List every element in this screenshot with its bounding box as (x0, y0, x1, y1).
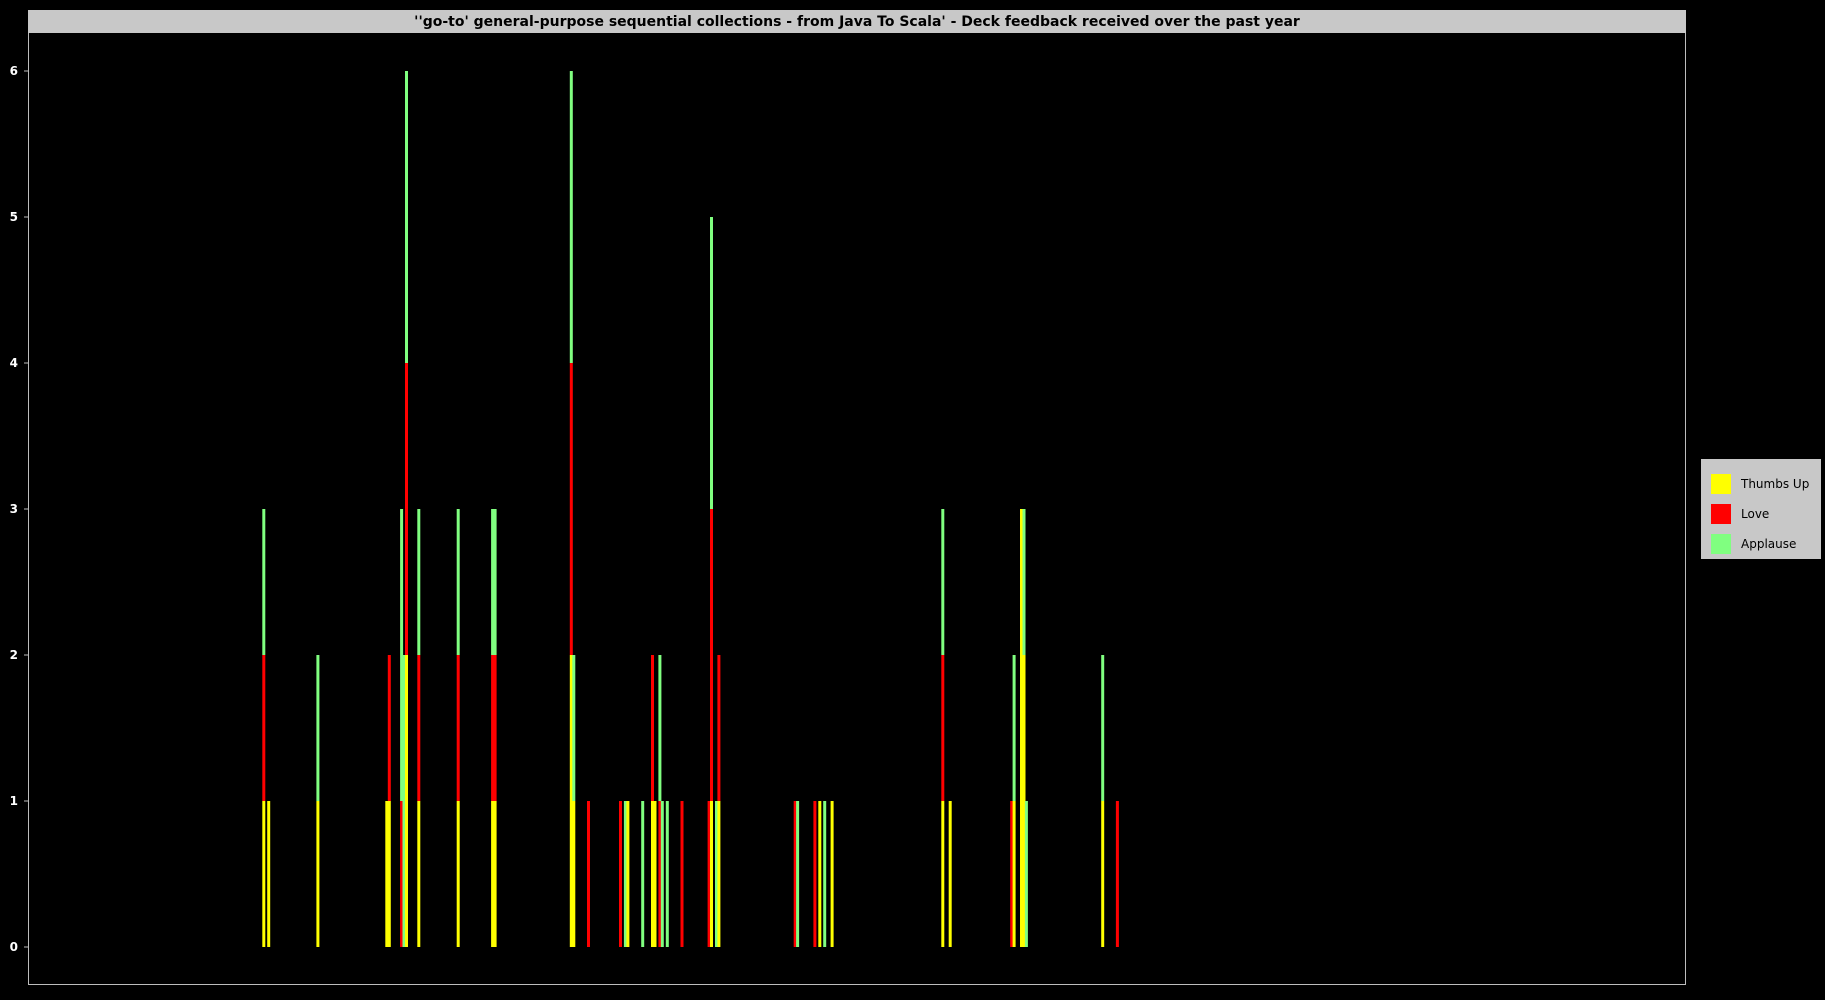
thumbs-up-bar-segment (405, 655, 408, 947)
applause-bar-segment (1022, 509, 1026, 655)
thumbs-up-bar-segment (572, 801, 576, 947)
applause-bar-segment (710, 217, 713, 509)
thumbs-up-bar-segment (1012, 801, 1016, 947)
applause-bar-segment (1101, 655, 1105, 801)
y-tick-label: 3 (10, 502, 18, 516)
love-bar-segment (619, 801, 622, 947)
applause-swatch (1711, 534, 1731, 554)
love-bar-segment (417, 655, 421, 801)
love-bar-segment (710, 509, 713, 801)
thumbs-up-bar-segment (830, 801, 834, 947)
applause-bar-segment (665, 801, 669, 947)
applause-bar-segment (941, 509, 945, 655)
applause-bar-segment (658, 655, 662, 801)
legend-item-applause: Applause (1711, 529, 1821, 559)
applause-bar-segment (1012, 655, 1016, 801)
applause-bar-segment (572, 655, 576, 801)
bar-series-group (262, 71, 1119, 947)
y-tick-label: 6 (10, 64, 18, 78)
applause-bar-segment (823, 801, 827, 947)
thumbs-up-bar-segment (456, 801, 460, 947)
love-bar-segment (717, 655, 721, 801)
love-bar-segment (651, 655, 654, 801)
y-axis: 0 1 2 3 4 5 6 (10, 64, 28, 954)
legend-item-thumbs-up: Thumbs Up (1711, 469, 1821, 499)
legend-label: Applause (1741, 537, 1797, 551)
thumbs-up-bar-segment (417, 801, 421, 947)
legend: Thumbs Up Love Applause (1701, 459, 1821, 559)
thumbs-up-bar-segment (493, 801, 497, 947)
applause-bar-segment (796, 801, 800, 947)
applause-bar-segment (417, 509, 421, 655)
y-tick-label: 1 (10, 794, 18, 808)
applause-bar-segment (641, 801, 645, 947)
love-bar-segment (680, 801, 684, 947)
applause-bar-segment (660, 801, 664, 947)
y-tick-label: 5 (10, 210, 18, 224)
love-bar-segment (587, 801, 590, 947)
applause-bar-segment (405, 71, 408, 363)
legend-label: Love (1741, 507, 1770, 521)
applause-bar-segment (262, 509, 266, 655)
applause-bar-segment (456, 509, 460, 655)
love-bar-segment (387, 655, 391, 801)
thumbs-up-bar-segment (262, 801, 266, 947)
thumbs-up-bar-segment (387, 801, 391, 947)
thumbs-up-swatch (1711, 474, 1731, 494)
thumbs-up-bar-segment (948, 801, 952, 947)
thumbs-up-bar-segment (626, 801, 630, 947)
thumbs-up-bar-segment (1101, 801, 1105, 947)
thumbs-up-bar-segment (653, 801, 657, 947)
y-tick-label: 2 (10, 648, 18, 662)
love-bar-segment (493, 655, 497, 801)
applause-bar-segment (316, 655, 320, 801)
applause-bar-segment (569, 71, 573, 363)
thumbs-up-bar-segment (316, 801, 320, 947)
thumbs-up-bar-segment (717, 801, 721, 947)
love-bar-segment (941, 655, 945, 801)
thumbs-up-bar-segment (818, 801, 822, 947)
y-tick-label: 4 (10, 356, 18, 370)
legend-label: Thumbs Up (1741, 477, 1810, 491)
love-bar-segment (405, 363, 408, 655)
love-bar-segment (813, 801, 817, 947)
plot-area: 0 1 2 3 4 5 6 (10, 64, 1119, 954)
love-bar-segment (262, 655, 266, 801)
applause-bar-segment (493, 509, 497, 655)
love-bar-segment (1115, 801, 1119, 947)
applause-bar-segment (1024, 801, 1028, 947)
y-tick-label: 0 (10, 940, 18, 954)
love-bar-segment (569, 363, 573, 655)
love-swatch (1711, 504, 1731, 524)
thumbs-up-bar-segment (710, 801, 713, 947)
legend-item-love: Love (1711, 499, 1821, 529)
thumbs-up-bar-segment (941, 801, 945, 947)
love-bar-segment (456, 655, 460, 801)
thumbs-up-bar-segment (267, 801, 271, 947)
